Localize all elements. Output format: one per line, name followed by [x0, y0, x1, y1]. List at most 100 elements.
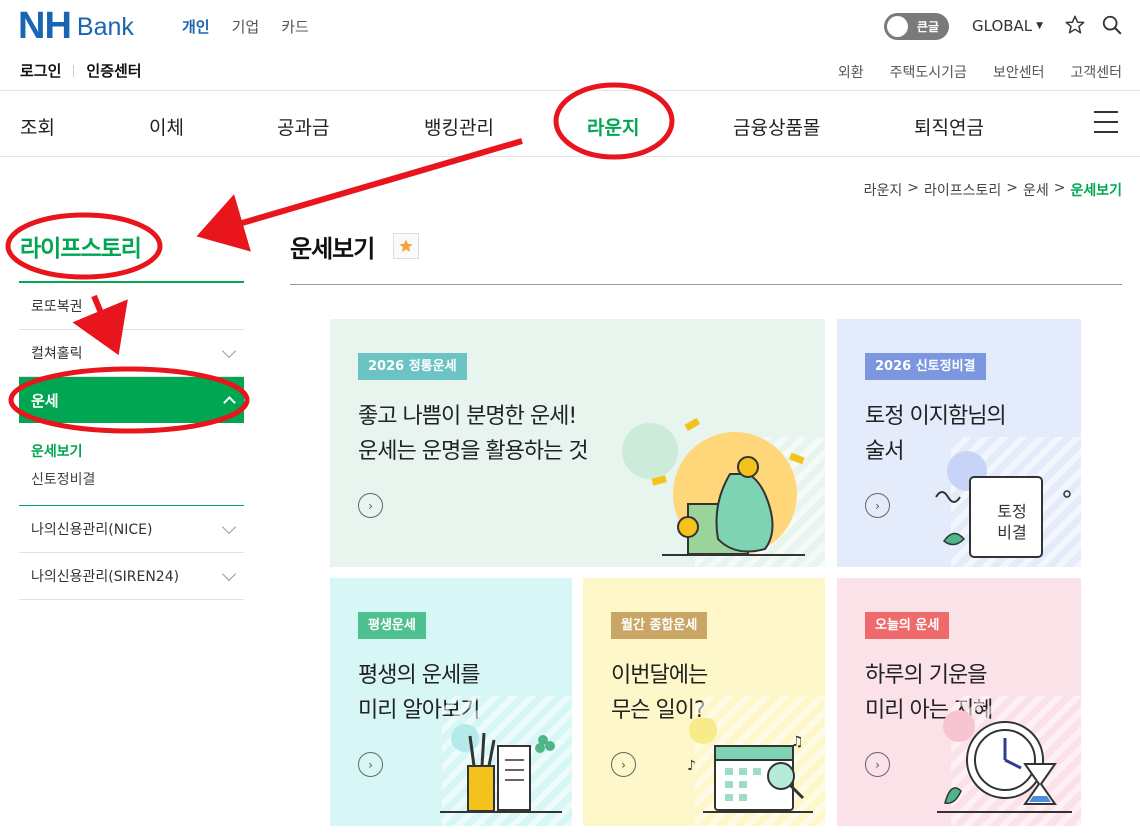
- tab-card[interactable]: 카드: [281, 16, 309, 37]
- sidebar-title: 라이프스토리: [20, 236, 142, 262]
- header-divider: [0, 90, 1140, 91]
- menu-icon[interactable]: [1094, 111, 1118, 133]
- global-label: GLOBAL: [972, 17, 1033, 35]
- divider: [73, 64, 75, 77]
- sidebar-item-credit-siren[interactable]: 나의신용관리(SIREN24): [19, 553, 244, 600]
- cert-center-link[interactable]: 인증센터: [86, 60, 141, 81]
- chevron-down-icon: [221, 566, 237, 581]
- card-badge: 오늘의 운세: [865, 612, 950, 639]
- util-link-security[interactable]: 보안센터: [993, 62, 1045, 82]
- card-title: 좋고 나쁨이 분명한 운세! 운세는 운명을 활용하는 것: [358, 399, 589, 469]
- favorite-star-icon[interactable]: [1064, 14, 1086, 36]
- chevron-right-icon: ›: [368, 757, 373, 772]
- add-favorite-button[interactable]: [393, 233, 419, 259]
- svg-text:♪: ♪: [687, 758, 696, 774]
- gnb-divider: [0, 156, 1140, 157]
- chevron-right-icon: ›: [621, 757, 626, 772]
- sidebar-item-label: 나의신용관리(NICE): [31, 522, 153, 538]
- sidebar-item-label: 운세: [31, 391, 59, 410]
- card-badge: 2026 정통운세: [358, 353, 467, 380]
- book-label-line: 비결: [997, 523, 1027, 542]
- star-icon: [399, 239, 413, 252]
- card-title-line: 이번달에는: [611, 663, 708, 688]
- sidebar-item-label: 나의신용관리(SIREN24): [31, 569, 180, 585]
- login-links: 로그인 인증센터: [20, 60, 142, 81]
- search-icon[interactable]: [1101, 14, 1123, 36]
- gnb-item-utility-bills[interactable]: 공과금: [277, 113, 329, 140]
- breadcrumb-separator: >: [1006, 180, 1018, 196]
- card-title-line: 토정 이지함님의: [865, 404, 1007, 429]
- util-link-customer[interactable]: 고객센터: [1070, 62, 1122, 82]
- utility-links: 외환 주택도시기금 보안센터 고객센터: [838, 62, 1122, 82]
- card-daily-fortune[interactable]: 오늘의 운세 하루의 기운을 미리 아는 지혜 ›: [837, 578, 1081, 826]
- sidebar-item-label: 로또복권: [31, 299, 83, 315]
- gnb-item-lounge[interactable]: 라운지: [587, 113, 639, 140]
- card-monthly-fortune[interactable]: 월간 종합운세 이번달에는 무슨 일이? › ♪ ♫: [583, 578, 825, 826]
- login-link[interactable]: 로그인: [20, 60, 61, 81]
- calendar-magnifier-illustration-icon: ♪ ♫: [687, 718, 813, 813]
- card-badge: 2026 신토정비결: [865, 353, 986, 380]
- chevron-right-icon: ›: [875, 498, 880, 513]
- sidebar-item-culture[interactable]: 컬쳐홀릭: [19, 330, 244, 377]
- card-yearly-fortune[interactable]: 2026 정통운세 좋고 나쁨이 분명한 운세! 운세는 운명을 활용하는 것 …: [330, 319, 825, 567]
- sidebar-item-lotto[interactable]: 로또복권: [19, 283, 244, 330]
- card-lifetime-fortune[interactable]: 평생운세 평생의 운세를 미리 알아보기 ›: [330, 578, 572, 826]
- card-title-line: 좋고 나쁨이 분명한 운세!: [358, 404, 577, 429]
- breadcrumb-item[interactable]: 운세: [1023, 180, 1049, 200]
- sidebar-item-fortune[interactable]: 운세: [19, 377, 244, 423]
- util-link-forex[interactable]: 외환: [838, 62, 864, 82]
- breadcrumb-separator: >: [907, 180, 919, 196]
- gnb-item-banking-mgmt[interactable]: 뱅킹관리: [424, 113, 494, 140]
- money-bag-illustration-icon: [622, 417, 805, 556]
- sidebar-subitem-fortune-view[interactable]: 운세보기: [31, 441, 83, 461]
- card-go-button[interactable]: ›: [358, 752, 383, 777]
- tab-business[interactable]: 기업: [232, 16, 260, 37]
- chevron-up-icon: [223, 396, 236, 409]
- chevron-right-icon: ›: [875, 757, 880, 772]
- gnb-item-inquiry[interactable]: 조회: [20, 113, 55, 140]
- gnb-item-pension[interactable]: 퇴직연금: [914, 113, 984, 140]
- breadcrumb-item[interactable]: 라운지: [864, 180, 903, 200]
- sidebar-subitem-tojeong[interactable]: 신토정비결: [31, 469, 95, 489]
- chevron-down-icon: [221, 343, 237, 358]
- nh-bank-logo[interactable]: NH Bank: [18, 5, 134, 47]
- breadcrumb-item[interactable]: 라이프스토리: [924, 180, 1001, 200]
- page-title: 운세보기: [290, 235, 375, 263]
- customer-type-tabs: 개인 기업 카드: [182, 16, 309, 37]
- sidebar-item-label: 컬쳐홀릭: [31, 346, 83, 362]
- clock-hourglass-illustration-icon: [937, 710, 1072, 813]
- logo-bank-text: Bank: [76, 13, 134, 41]
- card-title-line: 하루의 기운을: [865, 663, 987, 688]
- toggle-knob: [887, 16, 908, 37]
- card-tojeong[interactable]: 2026 신토정비결 토정 이지함님의 술서 › 토정 비결: [837, 319, 1081, 567]
- annotation-arrow: [196, 138, 523, 252]
- sidebar-item-credit-nice[interactable]: 나의신용관리(NICE): [19, 506, 244, 553]
- caret-down-icon: ▼: [1036, 21, 1044, 31]
- breadcrumb-separator: >: [1053, 180, 1066, 196]
- card-go-button[interactable]: ›: [865, 752, 890, 777]
- card-badge: 월간 종합운세: [611, 612, 708, 639]
- card-badge: 평생운세: [358, 612, 426, 639]
- gnb-item-transfer[interactable]: 이체: [149, 113, 184, 140]
- card-title-line: 운세는 운명을 활용하는 것: [358, 439, 589, 464]
- toggle-label: 큰글: [916, 20, 939, 34]
- logo-nh-text: NH: [18, 5, 72, 47]
- global-dropdown[interactable]: GLOBAL ▼: [972, 17, 1043, 35]
- chevron-right-icon: ›: [368, 498, 373, 513]
- large-text-toggle[interactable]: 큰글: [884, 13, 949, 40]
- card-go-button[interactable]: ›: [865, 493, 890, 518]
- card-go-button[interactable]: ›: [611, 752, 636, 777]
- tab-personal[interactable]: 개인: [182, 16, 210, 37]
- chevron-down-icon: [221, 519, 237, 534]
- page: { "header": { "logo_nh": "NH", "logo_ban…: [0, 0, 1140, 833]
- card-title-line: 평생의 운세를: [358, 663, 480, 688]
- breadcrumb: 라운지 > 라이프스토리 > 운세 > 운세보기: [864, 180, 1122, 200]
- util-link-housing-fund[interactable]: 주택도시기금: [890, 62, 967, 82]
- card-go-button[interactable]: ›: [358, 493, 383, 518]
- breadcrumb-current: 운세보기: [1070, 183, 1122, 199]
- scroll-and-pencils-illustration-icon: [440, 724, 562, 813]
- title-divider: [290, 284, 1122, 285]
- svg-text:♫: ♫: [791, 734, 804, 750]
- gnb-item-product-mall[interactable]: 금융상품몰: [733, 113, 820, 140]
- book-label-line: 토정: [997, 502, 1027, 521]
